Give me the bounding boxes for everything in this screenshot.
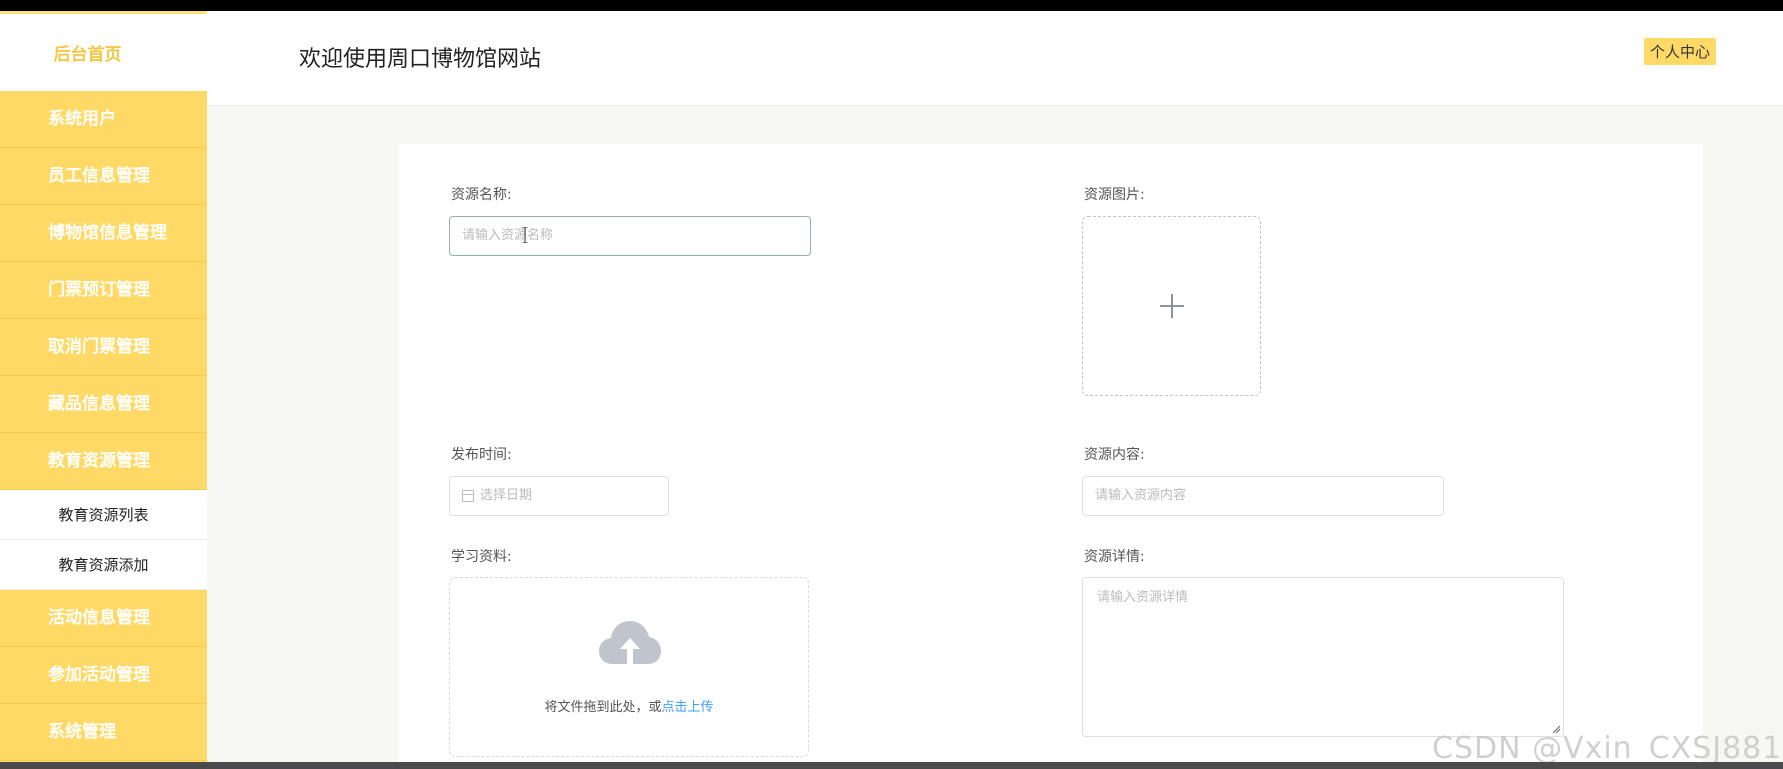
sidebar-item-join-activity[interactable]: 参加活动管理 [0, 647, 207, 704]
admin-app: 后台首页 系统用户 员工信息管理 博物馆信息管理 门票预订管理 取消门票管理 藏… [0, 11, 1783, 769]
sidebar-item-system-users[interactable]: 系统用户 [0, 91, 207, 148]
resource-content-label: 资源内容: [1084, 447, 1145, 463]
resource-detail-label: 资源详情: [1084, 549, 1145, 565]
cloud-upload-icon [599, 621, 661, 664]
resource-name-label: 资源名称: [451, 187, 512, 203]
publish-date-picker[interactable]: 选择日期 [449, 476, 669, 516]
user-center-button[interactable]: 个人中心 [1644, 38, 1717, 65]
top-black-bar [0, 0, 1783, 11]
resource-name-placeholder: 请输入资源名称 [462, 228, 554, 243]
sidebar-item-ticket-booking[interactable]: 门票预订管理 [0, 262, 207, 319]
sidebar-item-staff[interactable]: 员工信息管理 [0, 148, 207, 205]
image-upload-box[interactable] [1082, 216, 1261, 396]
text-cursor-icon [522, 227, 528, 243]
upload-hint: 将文件拖到此处，或点击上传 [450, 696, 808, 715]
resource-form: 资源名称: 请输入资源名称 资源图片: 发布时间: 选择日期 资源内容: 请输入… [399, 144, 1703, 769]
header: 欢迎使用周口博物馆网站 个人中心 [207, 11, 1783, 106]
sidebar-item-ticket-cancel[interactable]: 取消门票管理 [0, 319, 207, 376]
sidebar-item-collections[interactable]: 藏品信息管理 [0, 376, 207, 433]
plus-icon [1160, 294, 1184, 318]
resource-content-placeholder: 请输入资源内容 [1095, 488, 1187, 503]
sidebar: 后台首页 系统用户 员工信息管理 博物馆信息管理 门票预订管理 取消门票管理 藏… [0, 11, 207, 762]
resource-name-input[interactable]: 请输入资源名称 [449, 216, 811, 256]
publish-date-placeholder: 选择日期 [480, 488, 533, 503]
resource-detail-placeholder: 请输入资源详情 [1097, 590, 1189, 605]
resource-detail-textarea[interactable]: 请输入资源详情 [1082, 577, 1564, 737]
publish-date-label: 发布时间: [451, 447, 512, 463]
sidebar-home[interactable]: 后台首页 [0, 11, 207, 91]
sidebar-item-system-admin[interactable]: 系统管理 [0, 704, 207, 761]
submenu-item-education-add[interactable]: 教育资源添加 [0, 540, 207, 590]
sidebar-item-education[interactable]: 教育资源管理 [0, 433, 207, 490]
calendar-icon [462, 490, 474, 502]
resource-image-label: 资源图片: [1084, 187, 1145, 203]
watermark: CSDN @Vxin_CXSJ881 [1432, 731, 1783, 766]
study-material-label: 学习资料: [451, 549, 512, 565]
file-drag-upload[interactable]: 将文件拖到此处，或点击上传 [449, 577, 809, 757]
sidebar-item-museum-info[interactable]: 博物馆信息管理 [0, 205, 207, 262]
sidebar-item-activities[interactable]: 活动信息管理 [0, 590, 207, 647]
bottom-bar [0, 762, 1783, 769]
submenu-item-education-list[interactable]: 教育资源列表 [0, 490, 207, 540]
page-title: 欢迎使用周口博物馆网站 [299, 47, 542, 72]
click-upload-link[interactable]: 点击上传 [662, 700, 714, 715]
upload-hint-text: 将文件拖到此处，或 [544, 700, 662, 715]
resource-content-input[interactable]: 请输入资源内容 [1082, 476, 1444, 516]
